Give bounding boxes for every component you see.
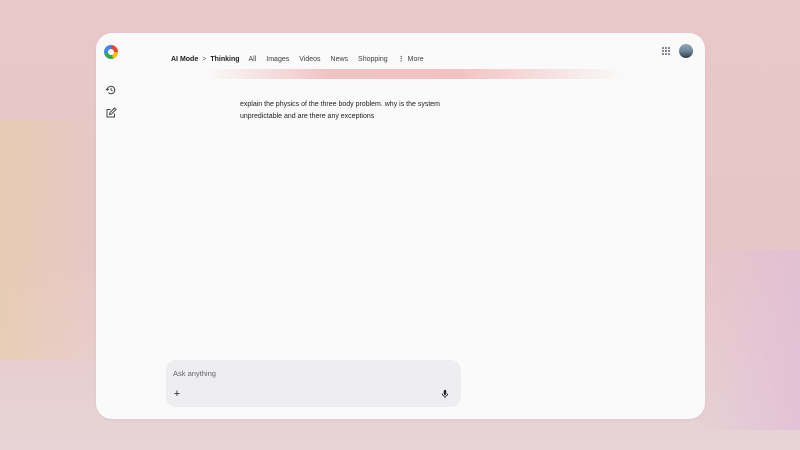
ask-anything-input[interactable] [171,366,425,380]
background-left-tint [0,120,110,360]
composer-box: + [166,360,461,407]
background-right-tint [690,250,800,430]
user-query-text: explain the physics of the three body pr… [240,101,440,120]
tab-images[interactable]: Images [266,56,289,63]
apps-grid-icon[interactable] [662,47,670,55]
header-gradient-band [206,69,626,79]
add-attachment-button[interactable]: + [172,389,182,400]
more-icon[interactable]: ⋮ [398,55,405,63]
tab-videos[interactable]: Videos [299,56,320,63]
top-navigation: AI Mode > Thinking All Images Videos New… [171,52,424,66]
tab-all[interactable]: All [249,56,257,63]
avatar[interactable] [679,44,693,58]
google-logo-icon[interactable] [104,45,118,59]
breadcrumb-separator: > [202,55,207,63]
thinking-mode-selector[interactable]: Thinking [210,56,239,63]
history-icon[interactable] [105,84,117,96]
edit-icon[interactable] [105,107,117,119]
tab-more[interactable]: More [408,56,424,63]
microphone-icon[interactable] [440,389,450,399]
app-window: AI Mode > Thinking All Images Videos New… [96,33,705,419]
tab-news[interactable]: News [331,56,349,63]
ai-mode-label[interactable]: AI Mode [171,56,198,63]
tab-shopping[interactable]: Shopping [358,56,388,63]
